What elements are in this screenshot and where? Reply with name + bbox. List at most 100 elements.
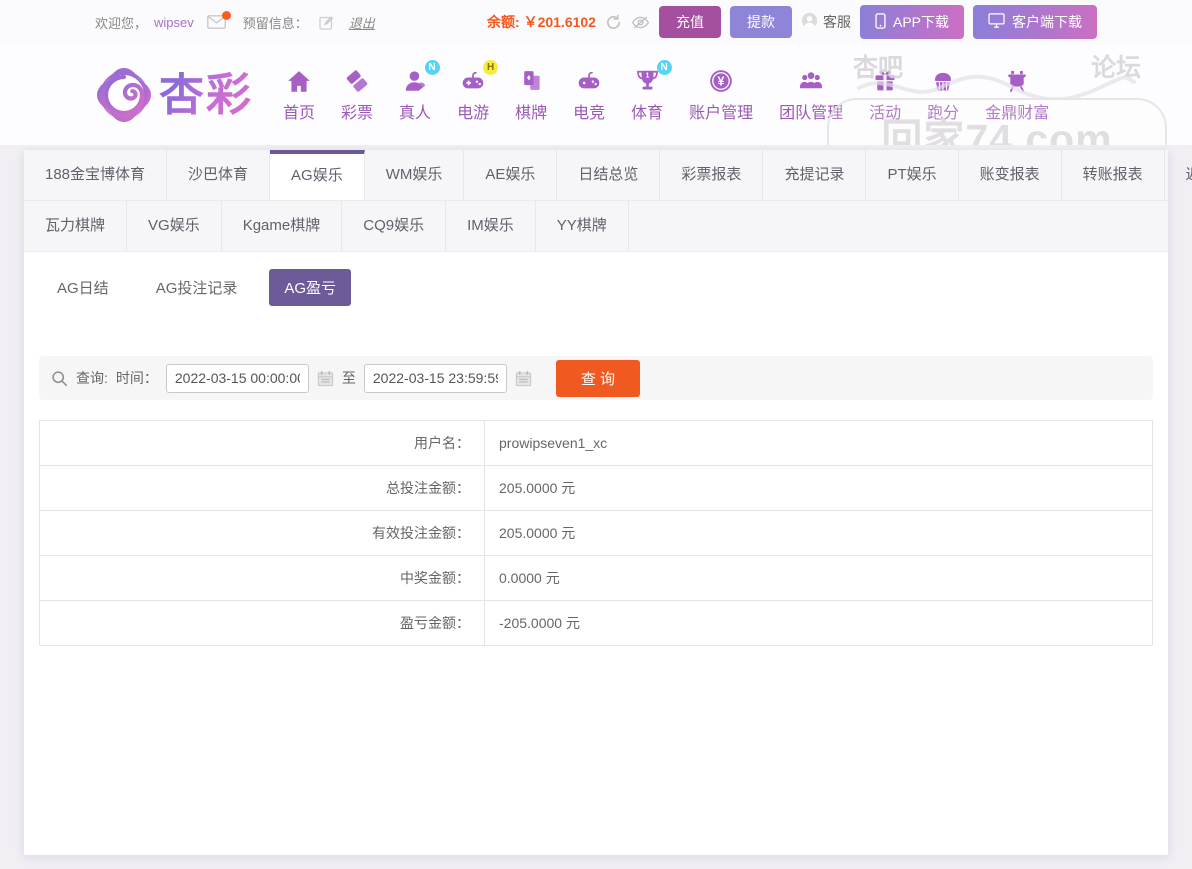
tab-pt[interactable]: PT娱乐: [866, 150, 959, 200]
query-submit-button[interactable]: 查 询: [555, 359, 641, 397]
nav-badge-h: H: [483, 60, 499, 75]
logo-emblem-icon: [97, 67, 151, 122]
tab-vg[interactable]: VG娱乐: [127, 201, 222, 251]
subtab-ag-bets[interactable]: AG投注记录: [141, 269, 253, 306]
nav-item-home[interactable]: 首页: [283, 66, 315, 123]
main-nav: 首页 彩票 N 真人 H 电游 棋牌 电竞 1 N 体育 ¥ 账户管理 团队管理…: [283, 60, 1049, 123]
nav-item-wealth[interactable]: 金鼎财富: [985, 66, 1049, 123]
tab-zhuanzhang[interactable]: 转账报表: [1062, 150, 1165, 200]
topbar: 欢迎您， wipsev 预留信息： 退出 余额: ￥201.6102 充值 提款: [0, 0, 1192, 44]
tab-fandian[interactable]: 返点总额: [1165, 150, 1192, 200]
tab-zhangbian[interactable]: 账变报表: [959, 150, 1062, 200]
table-row-profit-loss: 盈亏金额： -205.0000 元: [39, 600, 1153, 646]
eye-off-icon[interactable]: [631, 15, 650, 30]
tab-filler: [629, 201, 1168, 251]
site-logo[interactable]: 杏彩: [95, 66, 253, 124]
tab-im[interactable]: IM娱乐: [446, 201, 536, 251]
main-card: 188金宝博体育 沙巴体育 AG娱乐 WM娱乐 AE娱乐 日结总览 彩票报表 充…: [24, 150, 1192, 855]
withdraw-button[interactable]: 提款: [729, 6, 792, 38]
svg-text:1: 1: [645, 72, 649, 79]
subtab-ag-profit-active[interactable]: AG盈亏: [269, 269, 352, 306]
table-row-total-bet: 总投注金额： 205.0000 元: [39, 465, 1153, 511]
nav-item-paofen[interactable]: 跑分: [927, 66, 959, 123]
tab-caipiao-report[interactable]: 彩票报表: [660, 150, 764, 200]
table-row-username: 用户名： prowipseven1_xc: [39, 420, 1153, 466]
svg-text:¥: ¥: [718, 75, 725, 89]
row-label: 总投注金额：: [39, 465, 485, 511]
username: wipsev: [154, 14, 194, 30]
home-icon: [286, 66, 312, 94]
tab-ae[interactable]: AE娱乐: [464, 150, 558, 200]
row-value: 205.0000 元: [484, 465, 1153, 511]
tab-row-1: 188金宝博体育 沙巴体育 AG娱乐 WM娱乐 AE娱乐 日结总览 彩票报表 充…: [24, 150, 1192, 201]
sports-icon: 1 N: [634, 60, 672, 94]
customer-service-button[interactable]: 客服: [801, 12, 851, 32]
tab-row-2: 瓦力棋牌 VG娱乐 Kgame棋牌 CQ9娱乐 IM娱乐 YY棋牌: [24, 201, 1168, 252]
tab-rijie[interactable]: 日结总览: [557, 150, 661, 200]
row-value: prowipseven1_xc: [484, 420, 1153, 466]
subtab-ag-daily[interactable]: AG日结: [42, 269, 124, 306]
monitor-icon: [988, 13, 1005, 31]
date-from-input[interactable]: [165, 363, 309, 393]
nav-item-live[interactable]: N 真人: [399, 60, 440, 123]
balance-value: ￥201.6102: [523, 14, 596, 30]
client-download-button[interactable]: 客户端下载: [973, 5, 1097, 39]
nav-item-cards[interactable]: 棋牌: [515, 66, 547, 123]
tab-188jinbaobo[interactable]: 188金宝博体育: [24, 150, 168, 200]
activity-icon: [872, 66, 898, 94]
to-label: 至: [341, 370, 356, 386]
nav-item-esport[interactable]: 电竞: [573, 66, 605, 123]
nav-item-account[interactable]: ¥ 账户管理: [689, 66, 753, 123]
watermark-right-text: 论坛: [1090, 54, 1141, 82]
team-icon: [797, 66, 825, 94]
nav-item-sports[interactable]: 1 N 体育: [631, 60, 672, 123]
notification-dot: [221, 11, 231, 20]
edit-icon[interactable]: [319, 15, 334, 30]
row-label: 有效投注金额：: [39, 510, 485, 556]
logo-text: 杏彩: [159, 69, 254, 120]
row-value: -205.0000 元: [484, 600, 1153, 646]
nav-item-lottery[interactable]: 彩票: [341, 66, 373, 123]
recharge-button[interactable]: 充值: [658, 6, 721, 38]
row-value: 0.0000 元: [484, 555, 1153, 601]
row-label: 用户名：: [39, 420, 485, 466]
nav-item-activity[interactable]: 活动: [869, 66, 901, 123]
logout-link[interactable]: 退出: [349, 13, 375, 32]
query-label: 查询:: [76, 370, 108, 386]
table-row-win-amount: 中奖金额： 0.0000 元: [39, 555, 1153, 601]
tab-kgame[interactable]: Kgame棋牌: [222, 201, 343, 251]
cards-icon: [519, 66, 544, 94]
lottery-icon: [344, 66, 370, 94]
search-icon: [51, 370, 68, 387]
calendar-icon[interactable]: [317, 370, 334, 387]
tab-wm[interactable]: WM娱乐: [365, 150, 465, 200]
tab-cq9[interactable]: CQ9娱乐: [342, 201, 447, 251]
tab-chongti[interactable]: 充提记录: [763, 150, 867, 200]
mail-icon[interactable]: [206, 11, 231, 29]
subtab-bar: AG日结 AG投注记录 AG盈亏: [24, 252, 1168, 306]
site-header: 杏彩 首页 彩票 N 真人 H 电游 棋牌 电竞 1 N 体育 ¥ 账户管理 团…: [0, 44, 1192, 145]
row-label: 中奖金额：: [39, 555, 485, 601]
tab-shaba[interactable]: 沙巴体育: [167, 150, 271, 200]
tab-yy[interactable]: YY棋牌: [536, 201, 629, 251]
date-to-input[interactable]: [363, 363, 507, 393]
app-download-button[interactable]: APP下载: [859, 5, 964, 39]
nav-item-team[interactable]: 团队管理: [779, 66, 843, 123]
balance: 余额: ￥201.6102: [487, 14, 596, 30]
live-icon: N: [402, 60, 440, 94]
tab-ag-active[interactable]: AG娱乐: [270, 150, 365, 200]
tab-wali[interactable]: 瓦力棋牌: [24, 201, 128, 251]
wealth-icon: [1004, 66, 1030, 94]
calendar-icon[interactable]: [515, 370, 532, 387]
paofen-icon: [930, 66, 956, 94]
service-avatar-icon: [801, 12, 818, 32]
time-label: 时间：: [115, 370, 158, 386]
profit-report-table: 用户名： prowipseven1_xc 总投注金额： 205.0000 元 有…: [39, 420, 1153, 646]
refresh-icon[interactable]: [605, 14, 622, 31]
phone-icon: [875, 12, 886, 32]
account-icon: ¥: [708, 66, 734, 94]
nav-item-egame[interactable]: H 电游: [457, 60, 499, 123]
egame-icon: H: [459, 60, 499, 94]
nav-badge-n: N: [424, 60, 440, 75]
table-row-valid-bet: 有效投注金额： 205.0000 元: [39, 510, 1153, 556]
